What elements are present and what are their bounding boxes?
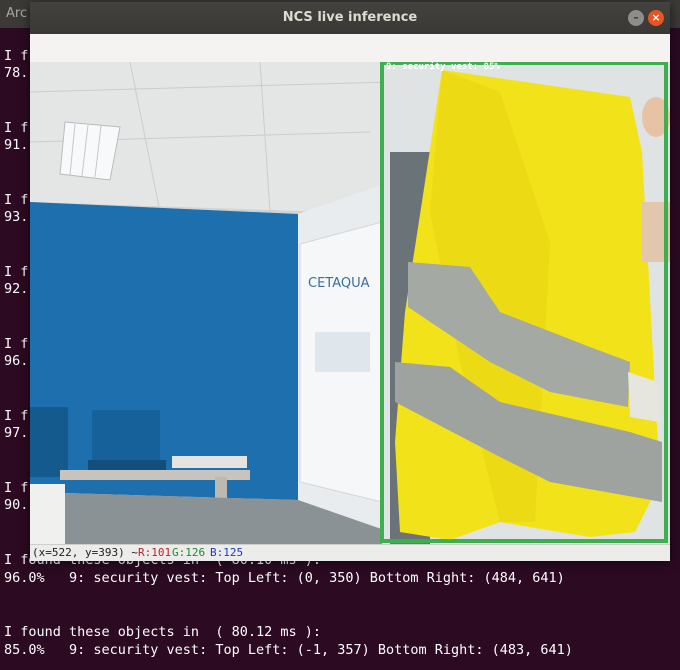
- terminal-line: 93.: [4, 209, 29, 225]
- terminal-line: I f: [4, 48, 29, 64]
- terminal-line: I f: [4, 336, 29, 352]
- terminal-line: 78.: [4, 65, 29, 81]
- pixel-red-value: R:101: [138, 546, 172, 559]
- detection-label: 9: security vest: 85%: [386, 62, 500, 72]
- camera-scene: CETAQUA: [30, 62, 670, 544]
- chair: [92, 410, 160, 465]
- pixel-green-value: G:126: [172, 546, 206, 559]
- terminal-line: I found these objects in ( 80.12 ms ):: [4, 624, 321, 640]
- terminal-line: 97.: [4, 425, 29, 441]
- terminal-line: 90.: [4, 497, 29, 513]
- inference-window[interactable]: NCS live inference – × CETAQUA 9: securi…: [30, 2, 670, 561]
- terminal-line: 96.0% 9: security vest: Top Left: (0, 35…: [4, 570, 565, 586]
- terminal-line: 85.0% 9: security vest: Top Left: (-1, 3…: [4, 642, 573, 658]
- terminal-line: 92.: [4, 281, 29, 297]
- terminal-line: I f: [4, 480, 29, 496]
- close-button[interactable]: ×: [648, 10, 664, 26]
- magazines: [172, 456, 247, 468]
- window-title: NCS live inference: [282, 10, 418, 25]
- blue-wall: [30, 202, 298, 500]
- terminal-tab-title[interactable]: Arc: [6, 6, 27, 21]
- chair: [30, 407, 68, 477]
- window-toolbar: [30, 34, 670, 63]
- terminal-line: I f: [4, 408, 29, 424]
- sign-text: CETAQUA: [308, 276, 370, 291]
- status-bar: (x=522, y=393) ~ R:101 G:126 B:125: [30, 544, 670, 561]
- terminal-line: I f: [4, 192, 29, 208]
- sign-map: [315, 332, 370, 372]
- terminal-line: I f: [4, 264, 29, 280]
- foreground-object: [30, 484, 65, 544]
- terminal-line: 96.: [4, 353, 29, 369]
- camera-frame[interactable]: CETAQUA 9: security vest: 85%: [30, 62, 670, 544]
- window-titlebar[interactable]: NCS live inference – ×: [30, 2, 670, 35]
- minimize-button[interactable]: –: [628, 10, 644, 26]
- cursor-coordinates: (x=522, y=393) ~: [32, 546, 138, 559]
- pixel-blue-value: B:125: [210, 546, 244, 559]
- terminal-line: 91.: [4, 137, 29, 153]
- ceiling-light: [59, 121, 121, 181]
- terminal-line: I f: [4, 120, 29, 136]
